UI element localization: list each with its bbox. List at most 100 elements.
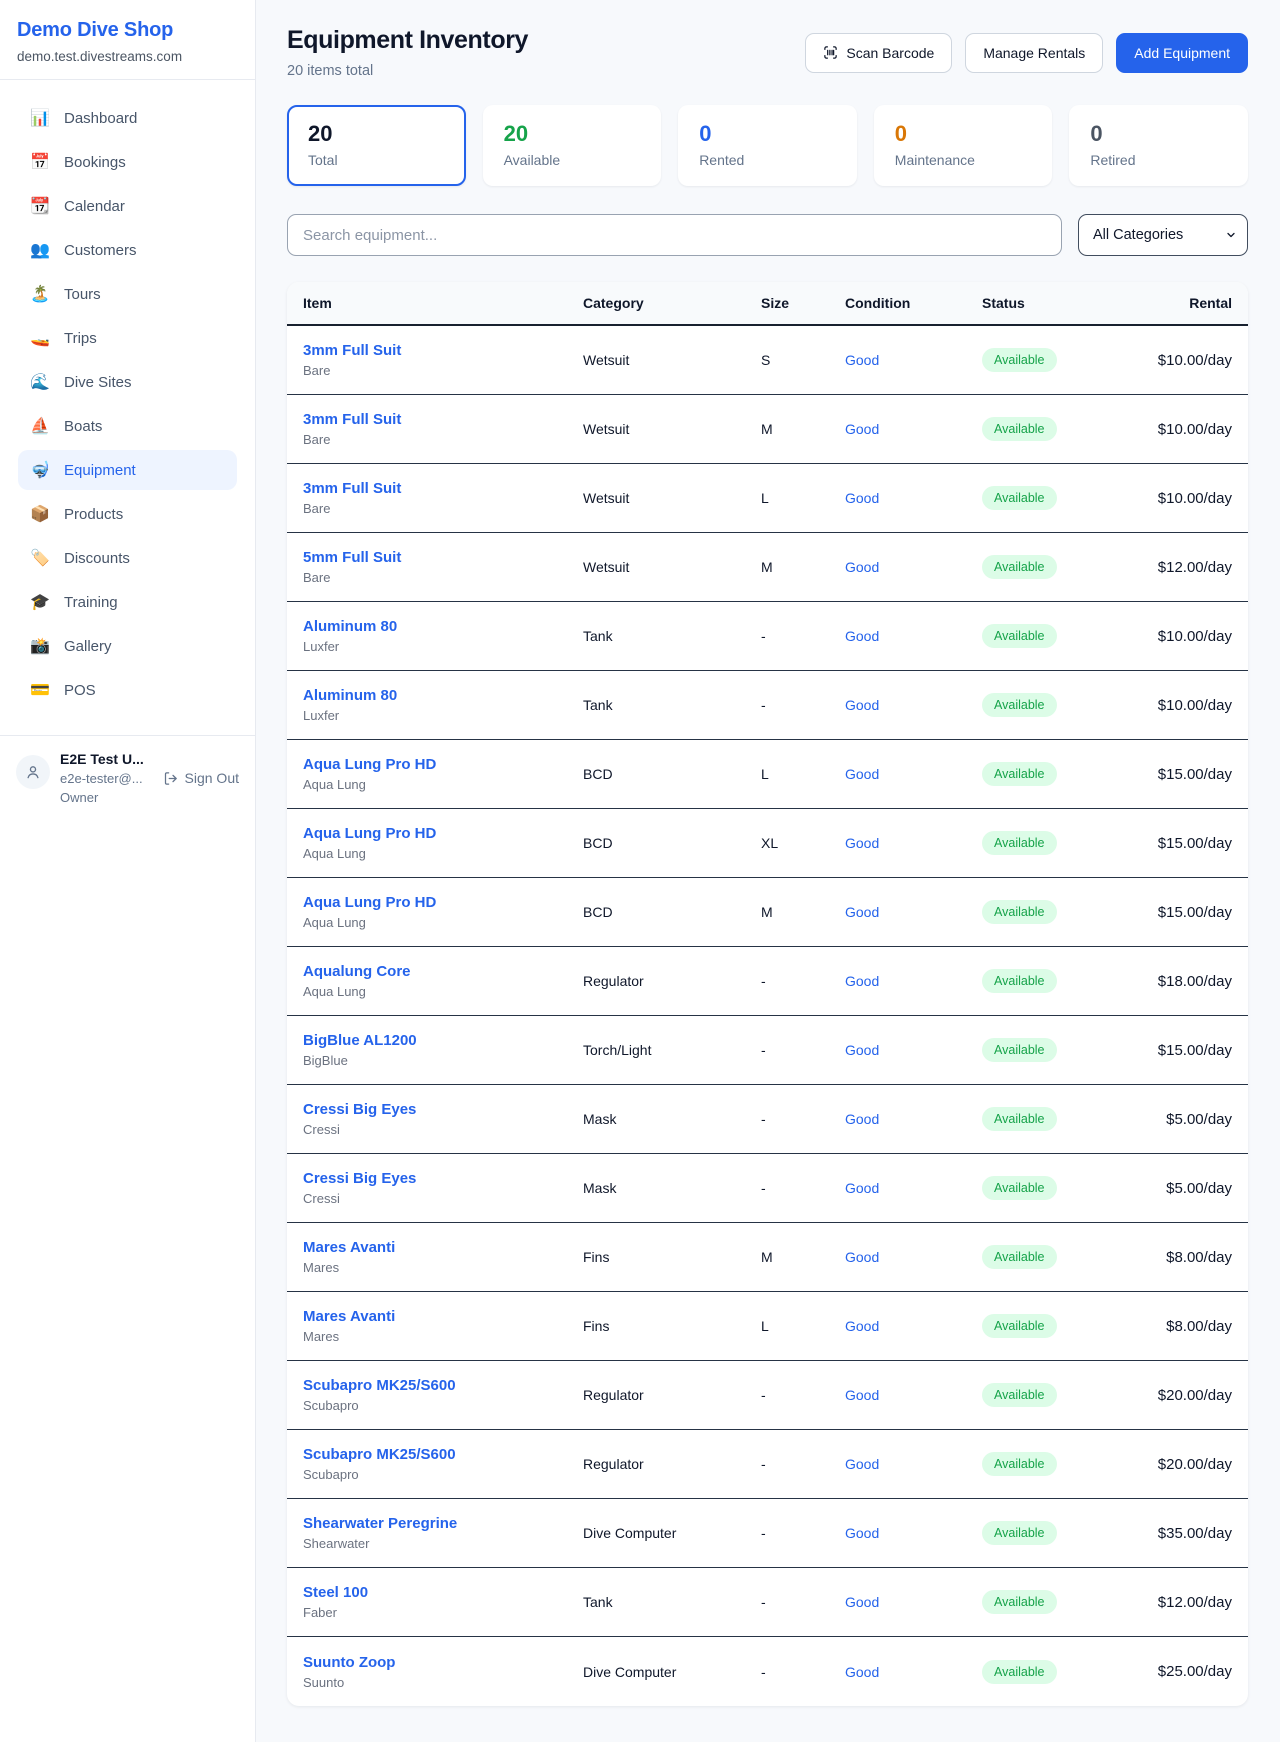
rental-cell: $12.00/day	[1112, 559, 1232, 576]
item-brand: Bare	[303, 501, 583, 516]
category-cell: Regulator	[583, 1456, 761, 1472]
sidebar-item-dive-sites[interactable]: 🌊 Dive Sites	[18, 362, 237, 402]
sidebar-item-boats[interactable]: ⛵ Boats	[18, 406, 237, 446]
table-row: Mares Avanti Mares Fins M Good Available…	[287, 1223, 1248, 1292]
status-badge: Available	[982, 1314, 1057, 1338]
table-row: Aluminum 80 Luxfer Tank - Good Available…	[287, 671, 1248, 740]
sidebar-item-products[interactable]: 📦 Products	[18, 494, 237, 534]
category-cell: Dive Computer	[583, 1664, 761, 1680]
item-name-link[interactable]: Mares Avanti	[303, 1239, 583, 1256]
condition-link[interactable]: Good	[845, 1042, 982, 1058]
sidebar-item-gallery[interactable]: 📸 Gallery	[18, 626, 237, 666]
status-badge: Available	[982, 417, 1057, 441]
item-cell: Suunto Zoop Suunto	[303, 1654, 583, 1690]
condition-link[interactable]: Good	[845, 1525, 982, 1541]
item-name-link[interactable]: Aqua Lung Pro HD	[303, 825, 583, 842]
item-name-link[interactable]: 3mm Full Suit	[303, 411, 583, 428]
item-name-link[interactable]: Aqualung Core	[303, 963, 583, 980]
item-name-link[interactable]: Cressi Big Eyes	[303, 1170, 583, 1187]
item-name-link[interactable]: 5mm Full Suit	[303, 549, 583, 566]
condition-link[interactable]: Good	[845, 1318, 982, 1334]
condition-link[interactable]: Good	[845, 1456, 982, 1472]
condition-link[interactable]: Good	[845, 559, 982, 575]
status-cell: Available	[982, 693, 1112, 717]
column-header-item: Item	[303, 295, 583, 311]
manage-rentals-button[interactable]: Manage Rentals	[965, 33, 1103, 73]
sidebar-item-label: Calendar	[64, 198, 125, 215]
stat-card-available[interactable]: 20 Available	[483, 105, 662, 186]
sidebar-item-customers[interactable]: 👥 Customers	[18, 230, 237, 270]
item-name-link[interactable]: 3mm Full Suit	[303, 342, 583, 359]
condition-link[interactable]: Good	[845, 835, 982, 851]
rental-cell: $20.00/day	[1112, 1456, 1232, 1473]
category-cell: Wetsuit	[583, 421, 761, 437]
condition-link[interactable]: Good	[845, 973, 982, 989]
condition-link[interactable]: Good	[845, 1180, 982, 1196]
condition-link[interactable]: Good	[845, 490, 982, 506]
stat-card-total[interactable]: 20 Total	[287, 105, 466, 186]
sidebar-item-label: POS	[64, 682, 96, 699]
item-name-link[interactable]: Scubapro MK25/S600	[303, 1377, 583, 1394]
item-name-link[interactable]: Aqua Lung Pro HD	[303, 894, 583, 911]
category-cell: Tank	[583, 697, 761, 713]
sidebar-item-calendar[interactable]: 📆 Calendar	[18, 186, 237, 226]
condition-link[interactable]: Good	[845, 904, 982, 920]
item-name-link[interactable]: Scubapro MK25/S600	[303, 1446, 583, 1463]
graduation-cap-icon: 🎓	[30, 592, 50, 612]
rental-cell: $8.00/day	[1112, 1318, 1232, 1335]
sidebar-item-label: Trips	[64, 330, 97, 347]
rental-cell: $10.00/day	[1112, 352, 1232, 369]
sidebar-nav: 📊 Dashboard 📅 Bookings 📆 Calendar 👥 Cust…	[0, 80, 255, 728]
status-cell: Available	[982, 1590, 1112, 1614]
item-name-link[interactable]: 3mm Full Suit	[303, 480, 583, 497]
status-badge: Available	[982, 348, 1057, 372]
bar-chart-icon: 📊	[30, 108, 50, 128]
scan-barcode-button[interactable]: Scan Barcode	[805, 33, 952, 73]
condition-link[interactable]: Good	[845, 766, 982, 782]
stat-card-maintenance[interactable]: 0 Maintenance	[874, 105, 1053, 186]
page-header: Equipment Inventory 20 items total Scan …	[287, 26, 1248, 79]
condition-link[interactable]: Good	[845, 1249, 982, 1265]
condition-link[interactable]: Good	[845, 421, 982, 437]
category-select[interactable]: All Categories	[1078, 214, 1248, 256]
condition-link[interactable]: Good	[845, 697, 982, 713]
sidebar-item-trips[interactable]: 🚤 Trips	[18, 318, 237, 358]
condition-link[interactable]: Good	[845, 352, 982, 368]
item-name-link[interactable]: Shearwater Peregrine	[303, 1515, 583, 1532]
sidebar-item-training[interactable]: 🎓 Training	[18, 582, 237, 622]
condition-link[interactable]: Good	[845, 1387, 982, 1403]
stat-card-retired[interactable]: 0 Retired	[1069, 105, 1248, 186]
item-name-link[interactable]: BigBlue AL1200	[303, 1032, 583, 1049]
sidebar-item-pos[interactable]: 💳 POS	[18, 670, 237, 710]
calendar-date-icon: 📅	[30, 152, 50, 172]
sidebar-item-label: Customers	[64, 242, 137, 259]
size-cell: -	[761, 1111, 845, 1127]
item-name-link[interactable]: Mares Avanti	[303, 1308, 583, 1325]
sidebar-item-tours[interactable]: 🏝️ Tours	[18, 274, 237, 314]
search-input[interactable]	[287, 214, 1062, 256]
size-cell: M	[761, 1249, 845, 1265]
table-row: 3mm Full Suit Bare Wetsuit S Good Availa…	[287, 326, 1248, 395]
item-name-link[interactable]: Cressi Big Eyes	[303, 1101, 583, 1118]
item-name-link[interactable]: Steel 100	[303, 1584, 583, 1601]
sidebar-item-bookings[interactable]: 📅 Bookings	[18, 142, 237, 182]
item-name-link[interactable]: Aluminum 80	[303, 687, 583, 704]
condition-link[interactable]: Good	[845, 1111, 982, 1127]
item-name-link[interactable]: Aluminum 80	[303, 618, 583, 635]
category-cell: Mask	[583, 1111, 761, 1127]
stat-card-rented[interactable]: 0 Rented	[678, 105, 857, 186]
condition-link[interactable]: Good	[845, 1594, 982, 1610]
table-body: 3mm Full Suit Bare Wetsuit S Good Availa…	[287, 326, 1248, 1706]
sidebar-item-equipment[interactable]: 🤿 Equipment	[18, 450, 237, 490]
rental-cell: $15.00/day	[1112, 1042, 1232, 1059]
sidebar-item-dashboard[interactable]: 📊 Dashboard	[18, 98, 237, 138]
avatar	[16, 755, 50, 789]
item-name-link[interactable]: Aqua Lung Pro HD	[303, 756, 583, 773]
item-cell: Scubapro MK25/S600 Scubapro	[303, 1377, 583, 1413]
sign-out-button[interactable]: Sign Out	[163, 770, 239, 786]
add-equipment-button[interactable]: Add Equipment	[1116, 33, 1248, 73]
sidebar-item-discounts[interactable]: 🏷️ Discounts	[18, 538, 237, 578]
condition-link[interactable]: Good	[845, 1664, 982, 1680]
condition-link[interactable]: Good	[845, 628, 982, 644]
item-name-link[interactable]: Suunto Zoop	[303, 1654, 583, 1671]
